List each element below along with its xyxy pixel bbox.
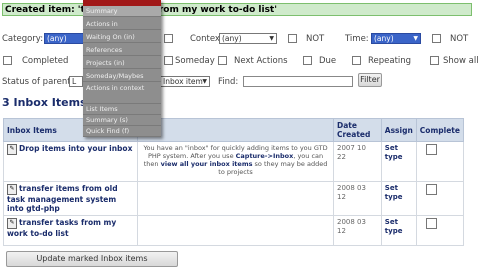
view-inbox-link[interactable]: view all your inbox items	[161, 160, 253, 168]
date-line: 2007 10	[336, 144, 366, 152]
date-line: 22	[336, 153, 346, 161]
date-cell: 2008 03 12	[332, 215, 382, 246]
chevron-down-icon: ▼	[413, 35, 418, 42]
update-marked-button[interactable]: Update marked Inbox items	[6, 251, 178, 267]
item-title-link[interactable]: transfer items from old task management …	[7, 184, 118, 213]
completed-label: Completed	[22, 56, 69, 66]
item-cell: ✎ Drop items into your inbox	[2, 141, 139, 182]
set-type-link[interactable]: Set	[385, 218, 398, 226]
show-all-label: Show all	[443, 56, 479, 66]
menu-item-someday-maybes[interactable]: Someday/Maybes	[83, 71, 161, 82]
time-label: Time:	[345, 34, 369, 44]
category-label: Category:	[2, 34, 44, 44]
chevron-down-icon: ▼	[202, 78, 207, 85]
complete-checkbox[interactable]	[425, 218, 437, 229]
col-assign: Assign	[380, 118, 417, 142]
menu-item-waiting-on[interactable]: Waiting On (in)	[83, 32, 161, 43]
type-select-value: Inbox item	[163, 77, 203, 86]
item-description	[137, 181, 334, 216]
item-title-link[interactable]: transfer tasks from my work to-do list	[7, 218, 116, 238]
find-input[interactable]	[243, 76, 353, 87]
context-not-label: NOT	[306, 34, 325, 44]
show-all-checkbox[interactable]	[430, 56, 439, 65]
next-actions-label: Next Actions	[234, 56, 288, 66]
complete-checkbox[interactable]	[425, 184, 437, 195]
find-label: Find:	[218, 77, 239, 87]
status-parent-label: Status of parent:	[2, 77, 74, 87]
item-cell: ✎ transfer items from old task management…	[2, 181, 139, 216]
repeating-label: Repeating	[368, 56, 412, 66]
set-type-link[interactable]: Set	[385, 184, 398, 192]
assign-cell: Set type	[380, 215, 417, 246]
set-type-link[interactable]: type	[385, 193, 403, 201]
status-parent-value: L	[72, 77, 77, 86]
assign-cell: Set type	[380, 181, 417, 216]
item-description	[137, 215, 334, 246]
context-select-value: (any)	[222, 34, 242, 43]
table-row: ✎ Drop items into your inbox You have an …	[2, 141, 465, 182]
repeating-checkbox[interactable]	[352, 56, 361, 65]
due-checkbox[interactable]	[303, 56, 312, 65]
col-description	[137, 118, 334, 142]
menu-item-summary-s[interactable]: Summary (s)	[83, 115, 161, 126]
dropdown-menu: Summary Actions in Waiting On (in) Refer…	[83, 0, 161, 137]
success-banner: Created item: 'transfer tasks from my wo…	[2, 3, 472, 16]
date-line: 2008 03	[336, 184, 366, 192]
menu-item-actions[interactable]: Actions in	[83, 19, 161, 30]
completed-checkbox[interactable]	[3, 56, 12, 65]
type-select[interactable]: Inbox item ▼	[160, 76, 210, 87]
category-select-value: (any)	[47, 34, 67, 43]
col-date-created[interactable]: Date Created	[332, 118, 382, 142]
assign-cell: Set type	[380, 141, 417, 182]
context-not-checkbox[interactable]	[288, 34, 297, 43]
col-complete: Complete	[415, 118, 465, 142]
next-actions-checkbox[interactable]	[218, 56, 227, 65]
edit-icon[interactable]: ✎	[7, 218, 17, 229]
set-type-link[interactable]: type	[385, 227, 403, 235]
edit-icon[interactable]: ✎	[7, 144, 17, 155]
menu-item-actions-in-context[interactable]: Actions in context	[83, 84, 161, 104]
inbox-heading: 3 Inbox Items	[2, 96, 87, 109]
time-select-value: (any)	[374, 34, 394, 43]
table-row: ✎ transfer items from old task management…	[2, 181, 465, 216]
item-title-link[interactable]: Drop items into your inbox	[19, 144, 132, 153]
context-select[interactable]: (any) ▼	[219, 33, 277, 44]
edit-icon[interactable]: ✎	[7, 184, 17, 195]
complete-cell	[415, 141, 465, 182]
date-cell: 2007 10 22	[332, 141, 382, 182]
menu-item-summary[interactable]: Summary	[83, 6, 161, 17]
table-row: ✎ transfer tasks from my work to-do list …	[2, 215, 465, 246]
menu-item-projects[interactable]: Projects (in)	[83, 58, 161, 69]
item-description: You have an "inbox" for quickly adding i…	[137, 141, 334, 182]
complete-checkbox[interactable]	[425, 144, 437, 155]
category-not-checkbox[interactable]	[164, 34, 173, 43]
someday-label: Someday	[175, 56, 215, 66]
inbox-table: Inbox Items Date Created Assign Complete…	[2, 118, 465, 246]
capture-inbox-link[interactable]: Capture->Inbox	[236, 152, 294, 160]
time-not-label: NOT	[450, 34, 469, 44]
date-line: 2008 03	[336, 218, 366, 226]
date-line: 12	[336, 193, 346, 201]
due-label: Due	[319, 56, 337, 66]
item-cell: ✎ transfer tasks from my work to-do list	[2, 215, 139, 246]
someday-checkbox[interactable]	[164, 56, 173, 65]
status-parent-select[interactable]: L	[69, 76, 83, 87]
complete-cell	[415, 215, 465, 246]
time-select[interactable]: (any) ▼	[371, 33, 421, 44]
chevron-down-icon: ▼	[269, 35, 274, 42]
menu-item-references[interactable]: References	[83, 45, 161, 56]
table-header-row: Inbox Items Date Created Assign Complete	[2, 118, 465, 142]
set-type-link[interactable]: type	[385, 153, 403, 161]
complete-cell	[415, 181, 465, 216]
filter-button[interactable]: Filter	[358, 73, 382, 87]
set-type-link[interactable]: Set	[385, 144, 398, 152]
menu-item-list-items[interactable]: List Items	[83, 104, 161, 115]
menu-item-quick-find[interactable]: Quick Find (f)	[83, 126, 161, 137]
date-cell: 2008 03 12	[332, 181, 382, 216]
time-not-checkbox[interactable]	[432, 34, 441, 43]
date-line: 12	[336, 227, 346, 235]
